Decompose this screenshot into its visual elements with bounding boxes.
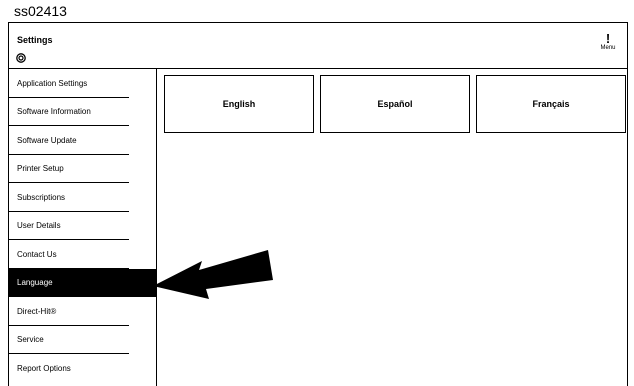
arrow-callout-icon — [153, 250, 273, 299]
